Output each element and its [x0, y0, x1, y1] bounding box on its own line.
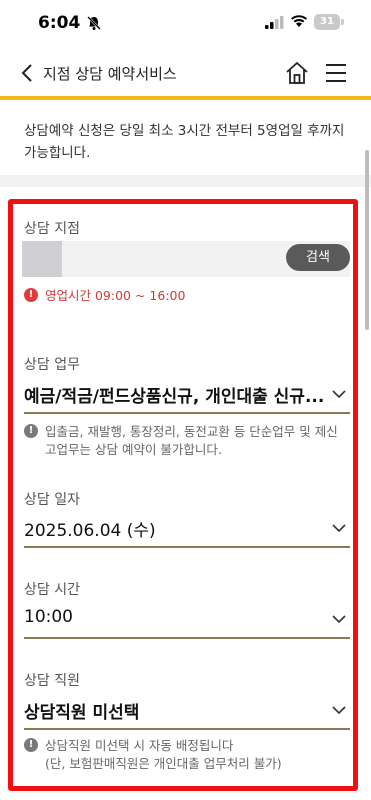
time-label: 상담 시간 — [24, 582, 80, 598]
branch-value-redacted — [22, 241, 62, 277]
reservation-form: 상담 지점 검색 ! 영업시간 09:00 ~ 16:00 상담 업무 예금/적… — [0, 187, 371, 800]
hours-warning: ! 영업시간 09:00 ~ 16:00 — [24, 287, 185, 305]
date-label: 상담 일자 — [24, 492, 80, 508]
chevron-down-icon — [332, 615, 346, 624]
task-select[interactable]: 예금/적금/펀드상품신규, 개인대출 신규... — [24, 380, 350, 414]
info-icon: ! — [24, 738, 38, 752]
cellular-signal-icon — [265, 16, 284, 29]
hours-warning-text: 영업시간 09:00 ~ 16:00 — [45, 288, 186, 303]
staff-select-value: 상담직원 미선택 — [24, 703, 140, 723]
battery-indicator: 31 — [314, 14, 340, 30]
chevron-down-icon — [332, 524, 346, 533]
task-select-value: 예금/적금/펀드상품신규, 개인대출 신규... — [24, 387, 325, 407]
wifi-icon — [291, 15, 307, 27]
hamburger-menu-icon[interactable] — [324, 62, 348, 84]
status-time: 6:04 — [38, 13, 81, 33]
battery-tip — [341, 19, 344, 25]
search-button[interactable]: 검색 — [286, 244, 350, 271]
status-bar: 6:04 31 — [0, 0, 371, 48]
reservation-notice: 상담예약 신청은 당일 최소 3시간 전부터 5영업일 후까지 가능합니다. — [24, 123, 345, 161]
info-icon: ! — [24, 424, 38, 438]
staff-label: 상담 직원 — [24, 673, 80, 689]
time-select-value: 10:00 — [24, 607, 73, 627]
date-select-value: 2025.06.04 (수) — [24, 521, 156, 541]
time-select[interactable]: 10:00 — [24, 605, 350, 639]
task-label: 상담 업무 — [24, 357, 80, 373]
staff-note-text: 상담직원 미선택 시 자동 배정됩니다 (단, 보험판매직원은 개인대출 업무처… — [45, 737, 345, 773]
header-accent-line — [0, 96, 371, 100]
branch-label: 상담 지점 — [24, 221, 80, 237]
exclamation-icon: ! — [24, 288, 38, 302]
section-divider — [0, 175, 371, 187]
date-select[interactable]: 2025.06.04 (수) — [24, 514, 350, 548]
staff-note-line1: 상담직원 미선택 시 자동 배정됩니다 — [45, 738, 234, 753]
task-note-text: 입출금, 재발행, 통장정리, 동전교환 등 단순업무 및 제신고업무는 상담 … — [45, 424, 338, 457]
chevron-down-icon — [332, 706, 346, 715]
chevron-down-icon — [332, 390, 346, 399]
bell-muted-icon — [87, 16, 101, 30]
task-note: ! 입출금, 재발행, 통장정리, 동전교환 등 단순업무 및 제신고업무는 상… — [24, 423, 345, 459]
staff-select[interactable]: 상담직원 미선택 — [24, 696, 350, 730]
app-header: 지점 상담 예약서비스 — [0, 48, 371, 100]
staff-note-line2: (단, 보험판매직원은 개인대출 업무처리 불가) — [45, 756, 282, 771]
home-icon[interactable] — [284, 60, 310, 86]
staff-note: ! 상담직원 미선택 시 자동 배정됩니다 (단, 보험판매직원은 개인대출 업… — [24, 737, 345, 773]
page-title: 지점 상담 예약서비스 — [43, 65, 177, 83]
back-arrow-icon[interactable] — [18, 62, 38, 84]
